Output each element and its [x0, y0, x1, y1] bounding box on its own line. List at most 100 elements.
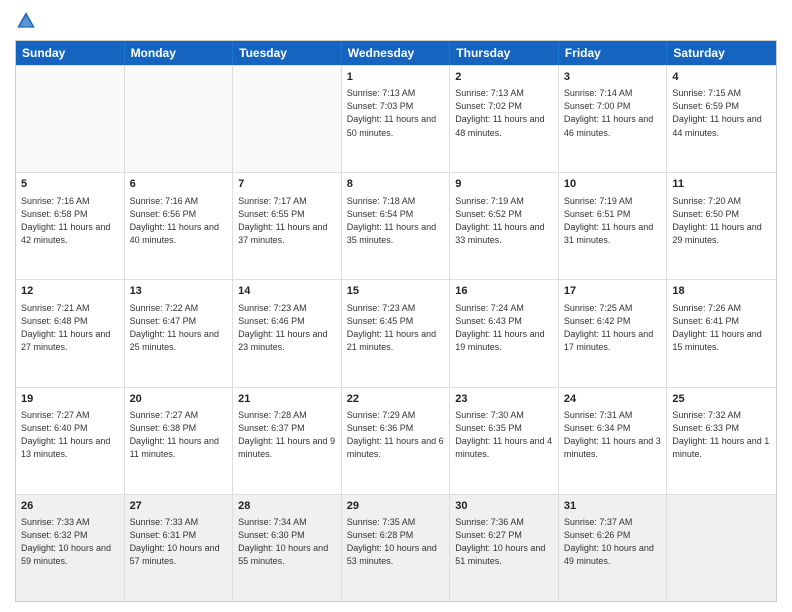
cell-info: Sunrise: 7:37 AMSunset: 6:26 PMDaylight:… [564, 516, 662, 568]
cal-cell: 2 Sunrise: 7:13 AMSunset: 7:02 PMDaylight… [450, 66, 559, 172]
cell-info: Sunrise: 7:18 AMSunset: 6:54 PMDaylight:… [347, 195, 445, 247]
cal-cell [233, 66, 342, 172]
cal-cell: 31 Sunrise: 7:37 AMSunset: 6:26 PMDayligh… [559, 495, 668, 601]
cal-header-saturday: Saturday [667, 41, 776, 65]
day-number: 17 [564, 284, 662, 299]
logo-icon [15, 10, 37, 32]
page: SundayMondayTuesdayWednesdayThursdayFrid… [0, 0, 792, 612]
day-number: 19 [21, 392, 119, 407]
cal-week-5: 26 Sunrise: 7:33 AMSunset: 6:32 PMDayligh… [16, 494, 776, 601]
cal-cell: 22 Sunrise: 7:29 AMSunset: 6:36 PMDayligh… [342, 388, 451, 494]
cell-info: Sunrise: 7:34 AMSunset: 6:30 PMDaylight:… [238, 516, 336, 568]
day-number: 22 [347, 392, 445, 407]
cell-info: Sunrise: 7:16 AMSunset: 6:56 PMDaylight:… [130, 195, 228, 247]
cal-cell: 14 Sunrise: 7:23 AMSunset: 6:46 PMDayligh… [233, 280, 342, 386]
cell-info: Sunrise: 7:19 AMSunset: 6:51 PMDaylight:… [564, 195, 662, 247]
cal-cell: 18 Sunrise: 7:26 AMSunset: 6:41 PMDayligh… [667, 280, 776, 386]
day-number: 5 [21, 177, 119, 192]
day-number: 28 [238, 499, 336, 514]
cal-cell: 13Sunrise: 7:22 AMSunset: 6:47 PMDayligh… [125, 280, 234, 386]
day-number: 11 [672, 177, 771, 192]
cell-info: Sunrise: 7:30 AMSunset: 6:35 PMDaylight:… [455, 409, 553, 461]
day-number: 10 [564, 177, 662, 192]
cal-cell: 27 Sunrise: 7:33 AMSunset: 6:31 PMDayligh… [125, 495, 234, 601]
cal-cell: 19Sunrise: 7:27 AMSunset: 6:40 PMDayligh… [16, 388, 125, 494]
cal-cell: 24 Sunrise: 7:31 AMSunset: 6:34 PMDayligh… [559, 388, 668, 494]
day-number: 6 [130, 177, 228, 192]
day-number: 2 [455, 70, 553, 85]
cal-cell: 23 Sunrise: 7:30 AMSunset: 6:35 PMDayligh… [450, 388, 559, 494]
cal-header-thursday: Thursday [450, 41, 559, 65]
cal-cell: 6 Sunrise: 7:16 AMSunset: 6:56 PMDaylight… [125, 173, 234, 279]
cal-cell: 11 Sunrise: 7:20 AMSunset: 6:50 PMDayligh… [667, 173, 776, 279]
cal-header-wednesday: Wednesday [342, 41, 451, 65]
cal-cell: 16 Sunrise: 7:24 AMSunset: 6:43 PMDayligh… [450, 280, 559, 386]
cell-info: Sunrise: 7:32 AMSunset: 6:33 PMDaylight:… [672, 409, 771, 461]
day-number: 3 [564, 70, 662, 85]
cell-info: Sunrise: 7:29 AMSunset: 6:36 PMDaylight:… [347, 409, 445, 461]
day-number: 12 [21, 284, 119, 299]
day-number: 4 [672, 70, 771, 85]
day-number: 18 [672, 284, 771, 299]
cal-cell: 20Sunrise: 7:27 AMSunset: 6:38 PMDayligh… [125, 388, 234, 494]
cell-info: Sunrise: 7:26 AMSunset: 6:41 PMDaylight:… [672, 302, 771, 354]
cell-info: Sunrise: 7:17 AMSunset: 6:55 PMDaylight:… [238, 195, 336, 247]
cal-week-2: 5 Sunrise: 7:16 AMSunset: 6:58 PMDaylight… [16, 172, 776, 279]
calendar: SundayMondayTuesdayWednesdayThursdayFrid… [15, 40, 777, 602]
cal-cell: 17 Sunrise: 7:25 AMSunset: 6:42 PMDayligh… [559, 280, 668, 386]
day-number: 27 [130, 499, 228, 514]
day-number: 7 [238, 177, 336, 192]
cell-info: Sunrise: 7:33 AMSunset: 6:31 PMDaylight:… [130, 516, 228, 568]
cell-info: Sunrise: 7:35 AMSunset: 6:28 PMDaylight:… [347, 516, 445, 568]
day-number: 8 [347, 177, 445, 192]
cal-cell: 30Sunrise: 7:36 AMSunset: 6:27 PMDayligh… [450, 495, 559, 601]
cal-cell [125, 66, 234, 172]
cal-cell: 12Sunrise: 7:21 AMSunset: 6:48 PMDayligh… [16, 280, 125, 386]
cal-cell: 10 Sunrise: 7:19 AMSunset: 6:51 PMDayligh… [559, 173, 668, 279]
cal-week-4: 19Sunrise: 7:27 AMSunset: 6:40 PMDayligh… [16, 387, 776, 494]
cal-cell [16, 66, 125, 172]
day-number: 25 [672, 392, 771, 407]
day-number: 31 [564, 499, 662, 514]
cal-cell: 29 Sunrise: 7:35 AMSunset: 6:28 PMDayligh… [342, 495, 451, 601]
cell-info: Sunrise: 7:31 AMSunset: 6:34 PMDaylight:… [564, 409, 662, 461]
cal-header-tuesday: Tuesday [233, 41, 342, 65]
cal-cell: 28 Sunrise: 7:34 AMSunset: 6:30 PMDayligh… [233, 495, 342, 601]
cell-info: Sunrise: 7:25 AMSunset: 6:42 PMDaylight:… [564, 302, 662, 354]
day-number: 16 [455, 284, 553, 299]
cal-cell: 5 Sunrise: 7:16 AMSunset: 6:58 PMDaylight… [16, 173, 125, 279]
calendar-body: 1 Sunrise: 7:13 AMSunset: 7:03 PMDaylight… [16, 65, 776, 601]
calendar-header: SundayMondayTuesdayWednesdayThursdayFrid… [16, 41, 776, 65]
cell-info: Sunrise: 7:16 AMSunset: 6:58 PMDaylight:… [21, 195, 119, 247]
day-number: 29 [347, 499, 445, 514]
cell-info: Sunrise: 7:33 AMSunset: 6:32 PMDaylight:… [21, 516, 119, 568]
day-number: 1 [347, 70, 445, 85]
day-number: 14 [238, 284, 336, 299]
day-number: 15 [347, 284, 445, 299]
cal-cell: 26 Sunrise: 7:33 AMSunset: 6:32 PMDayligh… [16, 495, 125, 601]
day-number: 13 [130, 284, 228, 299]
cell-info: Sunrise: 7:19 AMSunset: 6:52 PMDaylight:… [455, 195, 553, 247]
cell-info: Sunrise: 7:23 AMSunset: 6:46 PMDaylight:… [238, 302, 336, 354]
cell-info: Sunrise: 7:13 AMSunset: 7:02 PMDaylight:… [455, 87, 553, 139]
cal-cell [667, 495, 776, 601]
cell-info: Sunrise: 7:13 AMSunset: 7:03 PMDaylight:… [347, 87, 445, 139]
cell-info: Sunrise: 7:20 AMSunset: 6:50 PMDaylight:… [672, 195, 771, 247]
cell-info: Sunrise: 7:23 AMSunset: 6:45 PMDaylight:… [347, 302, 445, 354]
day-number: 21 [238, 392, 336, 407]
cal-cell: 15 Sunrise: 7:23 AMSunset: 6:45 PMDayligh… [342, 280, 451, 386]
cal-cell: 21Sunrise: 7:28 AMSunset: 6:37 PMDayligh… [233, 388, 342, 494]
cell-info: Sunrise: 7:24 AMSunset: 6:43 PMDaylight:… [455, 302, 553, 354]
day-number: 26 [21, 499, 119, 514]
cal-header-monday: Monday [125, 41, 234, 65]
day-number: 20 [130, 392, 228, 407]
day-number: 23 [455, 392, 553, 407]
cell-info: Sunrise: 7:36 AMSunset: 6:27 PMDaylight:… [455, 516, 553, 568]
cal-week-1: 1 Sunrise: 7:13 AMSunset: 7:03 PMDaylight… [16, 65, 776, 172]
cal-cell: 25 Sunrise: 7:32 AMSunset: 6:33 PMDayligh… [667, 388, 776, 494]
cal-header-friday: Friday [559, 41, 668, 65]
cal-cell: 7 Sunrise: 7:17 AMSunset: 6:55 PMDaylight… [233, 173, 342, 279]
cal-cell: 8 Sunrise: 7:18 AMSunset: 6:54 PMDaylight… [342, 173, 451, 279]
header [15, 10, 777, 32]
day-number: 24 [564, 392, 662, 407]
